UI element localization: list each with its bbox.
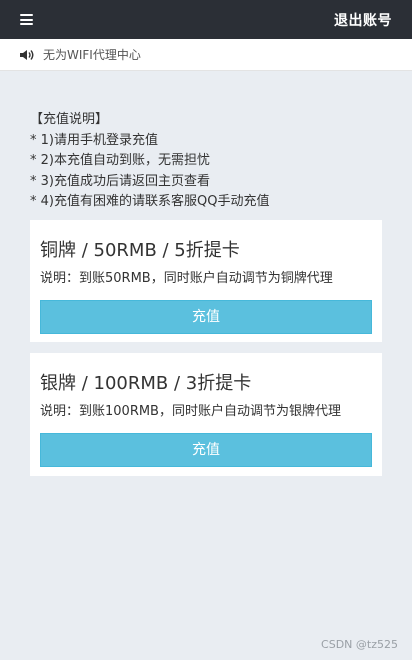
notice-bar: 无为WIFI代理中心 bbox=[0, 39, 412, 71]
recharge-instructions: 【充值说明】 * 1)请用手机登录充值 * 2)本充值自动到账，无需担忧 * 3… bbox=[30, 110, 390, 213]
notice-text: 无为WIFI代理中心 bbox=[43, 48, 141, 62]
plan-title: 铜牌 / 50RMB / 5折提卡 bbox=[40, 240, 240, 261]
instruction-line: * 2)本充值自动到账，无需担忧 bbox=[30, 153, 210, 168]
recharge-button-bronze[interactable]: 充值 bbox=[40, 300, 372, 334]
speaker-icon bbox=[20, 49, 34, 60]
instruction-line: * 1)请用手机登录充值 bbox=[30, 132, 158, 148]
top-navbar: 退出账号 bbox=[0, 0, 412, 39]
recharge-button-silver[interactable]: 充值 bbox=[40, 433, 372, 467]
instruction-line: * 4)充值有困难的请联系客服QQ手动充值 bbox=[30, 194, 270, 209]
hamburger-menu-icon[interactable] bbox=[20, 14, 33, 25]
plan-description: 说明：到账50RMB，同时账户自动调节为铜牌代理 bbox=[40, 271, 333, 286]
plan-card-bronze: 铜牌 / 50RMB / 5折提卡 说明：到账50RMB，同时账户自动调节为铜牌… bbox=[30, 220, 382, 342]
instructions-title: 【充值说明】 bbox=[30, 112, 109, 127]
watermark-text: CSDN @tz525 bbox=[321, 638, 398, 651]
plan-card-silver: 银牌 / 100RMB / 3折提卡 说明：到账100RMB，同时账户自动调节为… bbox=[30, 353, 382, 476]
plan-description: 说明：到账100RMB，同时账户自动调节为银牌代理 bbox=[40, 404, 341, 419]
plan-title: 银牌 / 100RMB / 3折提卡 bbox=[40, 373, 252, 394]
instruction-line: * 3)充值成功后请返回主页查看 bbox=[30, 173, 210, 189]
logout-button[interactable]: 退出账号 bbox=[334, 10, 392, 30]
